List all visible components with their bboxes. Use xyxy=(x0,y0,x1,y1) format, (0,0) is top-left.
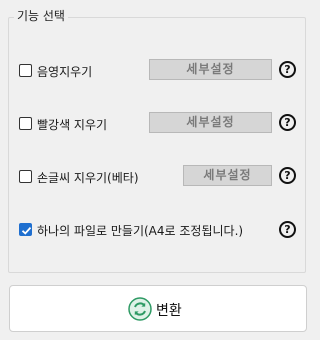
handwriting-remove-checkbox[interactable] xyxy=(19,170,32,183)
help-icon[interactable]: ? xyxy=(279,221,296,238)
help-icon[interactable]: ? xyxy=(279,167,296,184)
red-remove-settings-button[interactable]: 세부설정 xyxy=(149,112,272,133)
group-title: 기능 선택 xyxy=(14,7,68,24)
check-icon xyxy=(21,226,32,235)
merge-file-label: 하나의 파일로 만들기(A4로 조정됩니다.) xyxy=(37,224,244,238)
help-icon[interactable]: ? xyxy=(279,114,296,131)
convert-button[interactable]: 변환 xyxy=(9,285,307,332)
merge-file-checkbox[interactable] xyxy=(19,223,32,236)
convert-label: 변환 xyxy=(156,303,182,319)
help-icon[interactable]: ? xyxy=(279,61,296,78)
shade-remove-settings-button[interactable]: 세부설정 xyxy=(149,59,272,80)
handwriting-remove-label: 손글씨 지우기(베타) xyxy=(37,171,139,185)
red-remove-label: 빨강색 지우기 xyxy=(37,118,108,132)
shade-remove-checkbox[interactable] xyxy=(19,64,32,77)
shade-remove-label: 음영지우기 xyxy=(37,65,93,79)
red-remove-checkbox[interactable] xyxy=(19,117,32,130)
refresh-icon xyxy=(128,297,152,321)
option-merge-file: 하나의 파일로 만들기(A4로 조정됩니다.) xyxy=(19,219,294,241)
handwriting-remove-settings-button[interactable]: 세부설정 xyxy=(183,165,272,186)
